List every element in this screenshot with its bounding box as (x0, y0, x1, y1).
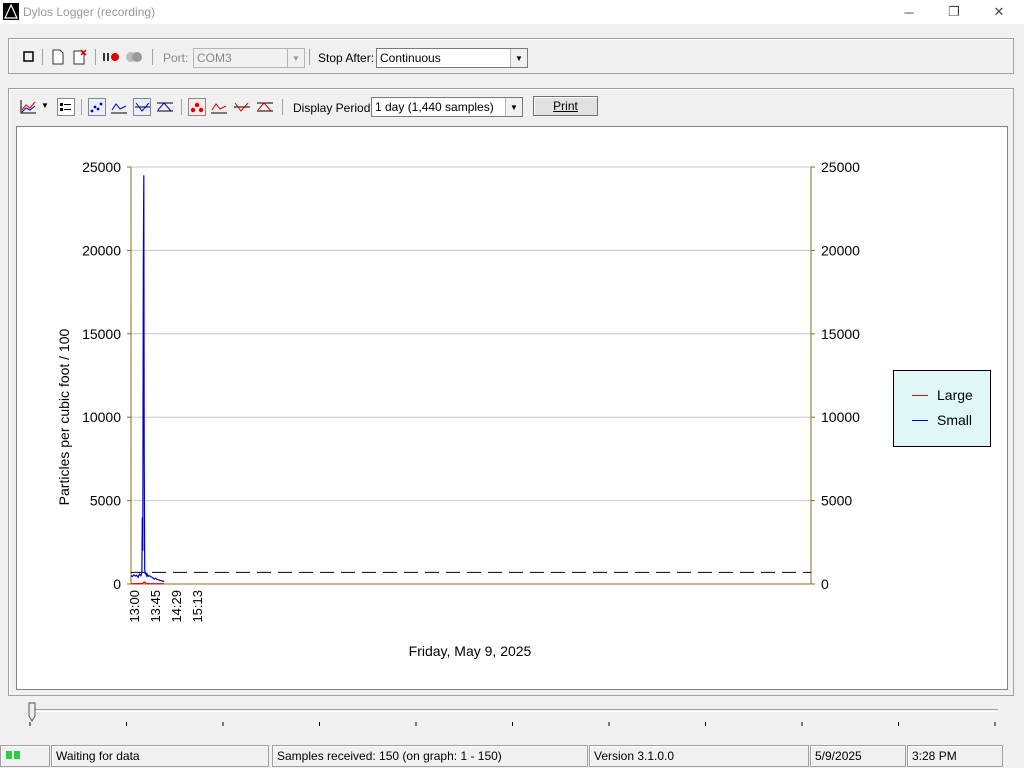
status-samples: Samples received: 150 (on graph: 1 - 150… (272, 745, 588, 767)
status-version: Version 3.1.0.0 (589, 745, 809, 767)
app-logo-icon (3, 3, 19, 20)
y-tick-label-right: 0 (821, 576, 829, 592)
delete-file-icon[interactable] (71, 48, 89, 66)
chevron-down-icon: ▼ (287, 49, 304, 67)
y-tick-label-left: 20000 (82, 242, 121, 258)
line-red-alt-icon[interactable] (233, 98, 251, 116)
window-title: Dylos Logger (recording) (23, 5, 156, 19)
particle-chart: 0 0 5000 5000 10000 10000 15000 15000 20000 20000… (82, 159, 860, 623)
print-button[interactable]: Print (533, 96, 598, 116)
y-axis-label: Particles per cubic foot / 100 (56, 328, 72, 506)
toolbar-separator (95, 49, 96, 65)
display-period-value: 1 day (1,440 samples) (375, 100, 494, 114)
status-state: Waiting for data (51, 745, 269, 767)
y-tick-label-right: 15000 (821, 326, 860, 342)
y-tick-label-right: 5000 (821, 493, 852, 509)
stop-after-select[interactable]: Continuous ▼ (376, 48, 528, 68)
stop-after-label: Stop After: (318, 51, 375, 65)
series-line-small (130, 175, 165, 583)
stop-icon[interactable] (20, 48, 38, 66)
record-pause-icon[interactable] (102, 48, 120, 66)
time-slider-ticks (29, 722, 996, 726)
chart-type-icon[interactable] (19, 98, 37, 116)
time-slider-thumb[interactable] (28, 702, 36, 722)
new-file-icon[interactable] (49, 48, 67, 66)
connection-status-icon (6, 751, 20, 759)
display-period-select[interactable]: 1 day (1,440 samples) ▼ (371, 97, 523, 117)
status-time: 3:28 PM (907, 745, 1003, 767)
legend-swatch-small (912, 419, 928, 421)
y-tick-label-left: 10000 (82, 409, 121, 425)
scatter-blue-icon[interactable] (88, 98, 106, 116)
line-blue-alt-icon[interactable] (133, 98, 151, 116)
scatter-red-icon[interactable] (188, 98, 206, 116)
x-tick-label: 13:00 (127, 590, 142, 623)
restore-button[interactable]: ❐ (931, 0, 977, 24)
toolbar-separator (309, 49, 310, 65)
title-bar: Dylos Logger (recording) ─ ❐ ✕ (0, 0, 1024, 24)
toolbar-separator (42, 49, 43, 65)
legend-icon[interactable] (57, 98, 75, 116)
chevron-down-icon: ▼ (505, 98, 522, 116)
status-date: 5/9/2025 (810, 745, 906, 767)
time-slider-track[interactable] (30, 709, 998, 712)
legend-swatch-large (912, 394, 928, 396)
recording-toolbar: Port: COM3 ▼ Stop After: Continuous ▼ (8, 38, 1014, 74)
minimize-button[interactable]: ─ (886, 0, 932, 24)
stop-after-value: Continuous (380, 51, 441, 65)
toolbar-separator (81, 99, 82, 115)
y-tick-label-left: 5000 (90, 493, 121, 509)
line-blue-icon[interactable] (110, 98, 128, 116)
y-tick-label-right: 25000 (821, 159, 860, 175)
graph-area: 0 0 5000 5000 10000 10000 15000 15000 20000 20000… (16, 126, 1008, 690)
port-label: Port: (163, 51, 189, 65)
close-icon: ✕ (993, 4, 1005, 19)
legend-item-large: Large (912, 387, 973, 403)
toolbar-separator (282, 99, 283, 115)
close-button[interactable]: ✕ (976, 0, 1022, 24)
chart-legend: Large Small (893, 370, 991, 447)
line-red-icon[interactable] (210, 98, 228, 116)
display-period-label: Display Period: (293, 101, 374, 115)
port-value: COM3 (197, 51, 232, 65)
minimize-icon: ─ (904, 4, 914, 20)
toolbar-separator (181, 99, 182, 115)
legend-item-small: Small (912, 412, 972, 428)
line-red-both-icon[interactable] (256, 98, 274, 116)
restore-icon: ❐ (948, 4, 960, 19)
y-tick-label-left: 25000 (82, 159, 121, 175)
chevron-down-icon: ▼ (510, 49, 527, 67)
legend-label-small: Small (937, 412, 973, 428)
legend-label-large: Large (937, 387, 973, 403)
x-tick-label: 15:13 (190, 590, 205, 623)
y-tick-label-right: 10000 (821, 409, 860, 425)
x-axis-label: Friday, May 9, 2025 (408, 643, 532, 659)
y-tick-label-right: 20000 (821, 242, 860, 258)
toolbar-separator (152, 49, 153, 65)
y-tick-label-left: 15000 (82, 326, 121, 342)
y-tick-label-left: 0 (113, 576, 121, 592)
chart-type-dropdown-icon[interactable]: ▼ (41, 101, 49, 110)
port-select: COM3 ▼ (193, 48, 305, 68)
line-blue-both-icon[interactable] (156, 98, 174, 116)
connect-icon[interactable] (125, 48, 143, 66)
series-line-large (130, 581, 165, 585)
print-button-label: Print (553, 99, 578, 113)
x-tick-label: 14:29 (169, 590, 184, 623)
x-tick-label: 13:45 (148, 590, 163, 623)
connection-indicator (0, 745, 50, 767)
